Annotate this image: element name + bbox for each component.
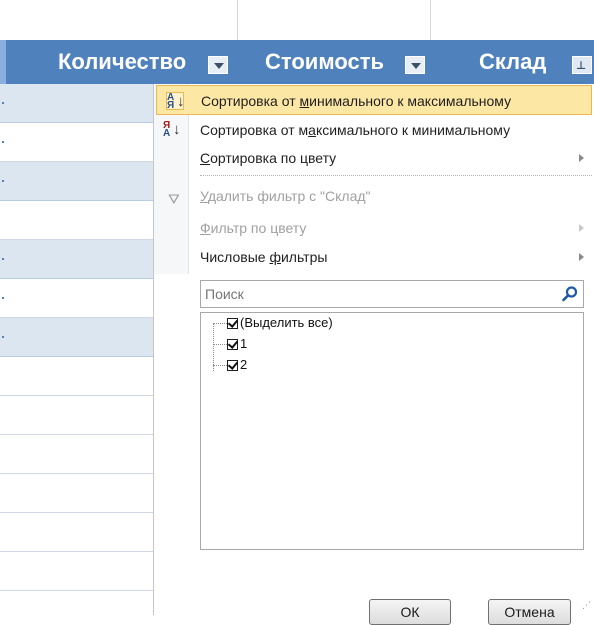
table-row[interactable] [0,240,153,279]
search-box[interactable] [200,280,584,308]
table-row[interactable] [0,201,153,240]
table-row[interactable] [0,279,153,318]
menu-item-label: Сортировка от максимального к минимально… [200,122,511,138]
list-item[interactable]: 1 [213,334,247,354]
table-row[interactable] [0,552,153,591]
filter-by-color-item[interactable]: Фильтр по цвету [154,213,594,243]
submenu-arrow-icon [579,154,584,162]
checkbox-select-all[interactable] [227,318,238,330]
menu-item-label: Сортировка от минимального к максимально… [201,93,512,109]
table-row[interactable] [0,435,153,474]
cell-marker [2,297,4,299]
chevron-down-icon [214,63,224,69]
chevron-down-icon [411,63,421,69]
search-input[interactable] [201,281,559,307]
search-icon[interactable] [561,285,579,303]
list-item-label: 1 [240,336,248,351]
number-filters-item[interactable]: Числовые фильтры [154,242,594,272]
table-row[interactable] [0,162,153,201]
filter-dropdown-quantity[interactable] [208,56,228,74]
list-item[interactable]: (Выделить все) [213,313,333,333]
table-row[interactable] [0,123,153,162]
cell-marker [2,102,4,104]
table-row[interactable] [0,396,153,435]
cell-marker [2,336,4,338]
column-header-quantity[interactable]: Количество [58,40,186,84]
menu-separator [200,175,592,176]
list-item[interactable]: 2 [213,355,247,375]
table-row[interactable] [0,474,153,513]
table-row[interactable] [0,84,153,123]
submenu-arrow-icon [579,253,584,261]
column-header-warehouse[interactable]: Склад [479,40,546,84]
cancel-button[interactable]: Отмена [488,599,571,625]
sort-descending-icon: Я А ↓ [163,120,181,139]
sort-by-color-item[interactable]: Сортировка по цвету [154,143,594,173]
menu-item-label: Удалить фильтр с "Склад" [200,188,371,204]
autofilter-dropdown-menu: А Я ↓ Сортировка от минимального к макси… [153,84,594,625]
values-checklist[interactable]: (Выделить все) 1 2 [200,312,584,550]
menu-item-label: Сортировка по цвету [200,150,337,166]
clear-filter-item[interactable]: Удалить фильтр с "Склад" [154,181,594,211]
gridline [237,0,238,40]
cell-marker [2,180,4,182]
table-row[interactable] [0,357,153,396]
table-row[interactable] [0,318,153,357]
list-item-label: 2 [240,357,248,372]
menu-item-label: Числовые фильтры [200,249,328,265]
list-item-label: (Выделить все) [240,315,333,330]
column-header-cost[interactable]: Стоимость [265,40,384,84]
submenu-arrow-icon [579,224,584,232]
filter-active-icon: ⊥ [576,60,587,72]
checkbox-value-1[interactable] [227,339,238,351]
table-row[interactable] [0,513,153,552]
cell-marker [2,258,4,260]
filter-dropdown-cost[interactable] [405,56,425,74]
header-cell-edge [0,40,6,84]
sort-ascending-icon: А Я ↓ [166,92,185,111]
gridline [430,0,431,40]
filter-dropdown-warehouse[interactable]: ⊥ [572,56,592,74]
resize-grip-icon[interactable]: ⋰ [582,600,591,611]
menu-item-label: Фильтр по цвету [200,220,307,236]
ok-button[interactable]: ОК [369,599,451,625]
sort-ascending-item[interactable]: А Я ↓ Сортировка от минимального к макси… [156,85,592,115]
cell-marker [2,141,4,143]
sort-descending-item[interactable]: Я А ↓ Сортировка от максимального к мини… [154,115,594,145]
checkbox-value-2[interactable] [227,360,238,372]
